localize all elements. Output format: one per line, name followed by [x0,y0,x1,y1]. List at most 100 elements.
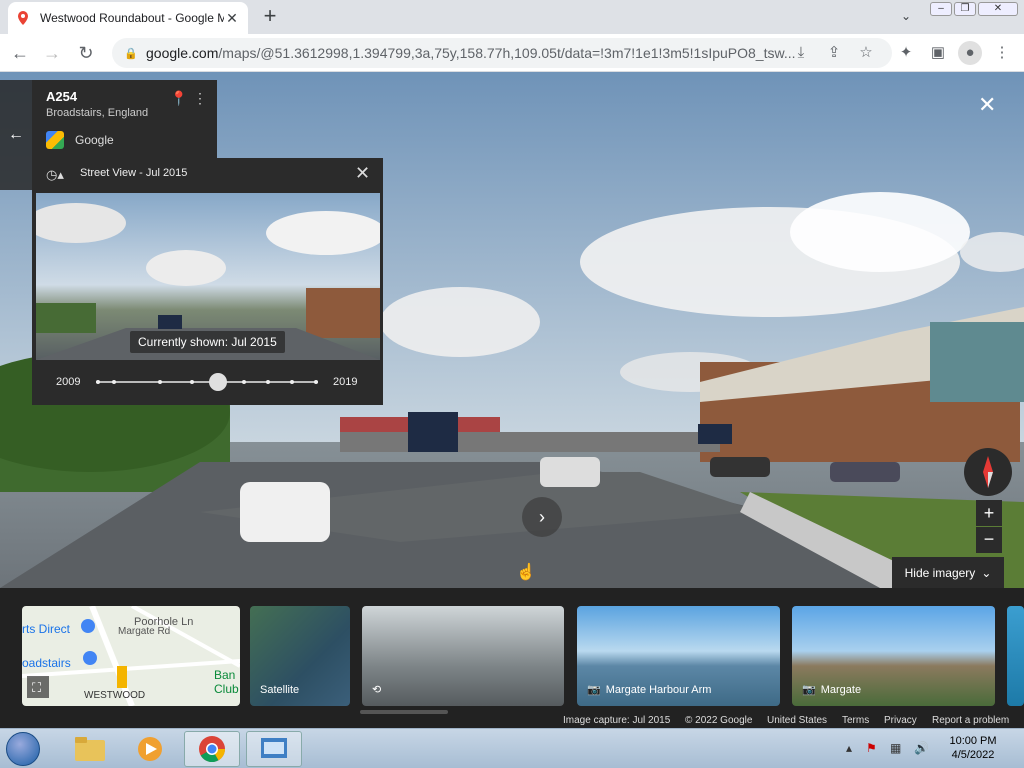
exit-back-arrow-icon[interactable]: ← [0,80,32,190]
street-card-label: ⟲ [372,683,381,696]
url-text: google.com/maps/@51.3612998,1.394799,3a,… [146,45,892,61]
imagery-filmstrip: rts Direct Poorhole Ln oadstairs Margate… [0,588,1024,714]
time-panel-header: Street View - Jul 2015 [80,167,188,179]
slider-tick[interactable] [290,380,294,384]
margate-harbour-card[interactable]: 📷 Margate Harbour Arm [577,606,780,706]
map-card[interactable]: rts Direct Poorhole Ln oadstairs Margate… [22,606,240,706]
bookmark-star-icon[interactable]: ☆ [854,41,878,65]
card-label-text: Margate [820,683,862,696]
slider-tick[interactable] [190,380,194,384]
folder-icon [75,737,105,761]
back-arrow-icon[interactable]: ← [8,41,32,65]
slider-tick[interactable] [242,380,246,384]
chrome-taskbar-icon[interactable] [184,731,240,767]
report-problem-link[interactable]: Report a problem [932,715,1009,726]
map-label: Ban [214,668,236,682]
navigate-forward-arrow[interactable]: › [522,497,562,537]
new-tab-button[interactable]: + [258,4,282,28]
browser-tab[interactable]: Westwood Roundabout - Google Maps ✕ [8,2,248,34]
tab-search-icon[interactable]: ⌄ [896,6,916,26]
year-slider-track[interactable] [96,381,318,383]
satellite-card[interactable]: Satellite [250,606,350,706]
card-label-text: Margate Harbour Arm [605,683,712,696]
satellite-label: Satellite [260,684,299,696]
place-name: A254 [46,89,78,104]
control-panel-icon[interactable] [246,731,302,767]
url-domain: google.com [146,45,219,61]
chrome-menu-icon[interactable]: ⋮ [990,41,1014,65]
network-icon[interactable]: ▦ [890,741,901,755]
margate-card[interactable]: 📷 Margate [792,606,995,706]
map-label: oadstairs [22,656,71,670]
slider-tick[interactable] [96,380,100,384]
compass-needle [983,456,993,488]
browser-toolbar: ← → ↻ 🔒 google.com/maps/@51.3612998,1.39… [0,34,1024,72]
profile-avatar-icon[interactable]: ● [958,41,982,65]
reload-icon[interactable]: ↻ [74,41,98,65]
chrome-icon [199,736,226,763]
slider-tick[interactable] [266,380,270,384]
lock-icon: 🔒 [124,48,138,60]
browser-tab-bar: Westwood Roundabout - Google Maps ✕ + ⌄ … [0,0,1024,34]
more-options-icon[interactable]: ⋮ [193,90,207,107]
action-center-icon[interactable]: ⚑ [866,741,877,755]
copyright-text: © 2022 Google [685,715,753,726]
hide-imagery-button[interactable]: Hide imagery ⌄ [892,557,1004,588]
taskbar-clock[interactable]: 10:00 PM 4/5/2022 [928,734,1018,762]
tab-close-icon[interactable]: ✕ [224,10,240,27]
compass-icon[interactable] [964,448,1012,496]
url-path: /maps/@51.3612998,1.394799,3a,75y,158.77… [218,45,796,61]
window-app-icon [261,738,287,758]
slider-tick[interactable] [314,380,318,384]
hand-cursor-icon: ☝ [516,564,536,581]
slider-tick[interactable] [112,380,116,384]
country-link[interactable]: United States [767,715,827,726]
forward-arrow-icon[interactable]: → [40,41,64,65]
slider-tick[interactable] [158,380,162,384]
camera-icon: 📷 [587,684,601,696]
map-label: Margate Rd [118,626,171,637]
close-street-view-icon[interactable]: ✕ [978,92,996,118]
map-label: WESTWOOD [84,690,146,701]
address-bar[interactable]: 🔒 google.com/maps/@51.3612998,1.394799,3… [112,38,892,68]
360-icon: ⟲ [372,684,382,696]
restore-button[interactable]: ❐ [954,2,976,16]
start-button[interactable] [6,732,40,766]
fullscreen-icon[interactable]: ⛶ [32,680,41,696]
camera-icon: 📷 [802,684,816,696]
window-close-button[interactable]: ✕ [978,2,1018,16]
side-panel-icon[interactable]: ▣ [926,41,950,65]
windows-taskbar: ▴ ⚑ ▦ 🔊 10:00 PM 4/5/2022 [0,728,1024,768]
volume-icon[interactable]: 🔊 [914,741,929,755]
extensions-puzzle-icon[interactable]: ✦ [894,41,918,65]
year-slider-handle[interactable] [209,373,228,391]
zoom-in-button[interactable]: + [976,500,1002,526]
slider-start-year: 2009 [56,376,81,388]
minimize-button[interactable]: – [930,2,952,16]
map-label: Club [214,682,239,696]
clock-time: 10:00 PM [949,735,997,747]
partial-card[interactable] [1007,606,1024,706]
explorer-icon[interactable] [62,731,118,767]
map-pin-icon[interactable]: 📍 [170,90,187,107]
install-icon[interactable]: ⤓ [789,41,813,65]
card-label-text: Satellite [260,684,300,696]
privacy-link[interactable]: Privacy [884,715,917,726]
clock-date: 4/5/2022 [951,749,995,761]
card-label: 📷 Margate [802,683,862,697]
time-panel-close-icon[interactable]: ✕ [355,163,370,184]
media-player-icon[interactable] [122,731,178,767]
hide-imagery-label: Hide imagery [904,565,976,580]
tray-expand-icon[interactable]: ▴ [846,741,852,755]
zoom-out-button[interactable]: − [976,527,1002,553]
currently-shown-label: Currently shown: Jul 2015 [130,331,285,353]
terms-link[interactable]: Terms [842,715,869,726]
slider-end-year: 2019 [333,376,358,388]
maps-favicon-icon [18,11,28,25]
history-clock-icon[interactable]: ◷▴ [46,167,64,183]
google-logo-icon [46,131,64,149]
tab-title: Westwood Roundabout - Google Maps [40,11,224,25]
street-card[interactable]: ⟲ [362,606,564,706]
card-label: 📷 Margate Harbour Arm [587,683,712,697]
share-icon[interactable]: ⇪ [822,41,846,65]
